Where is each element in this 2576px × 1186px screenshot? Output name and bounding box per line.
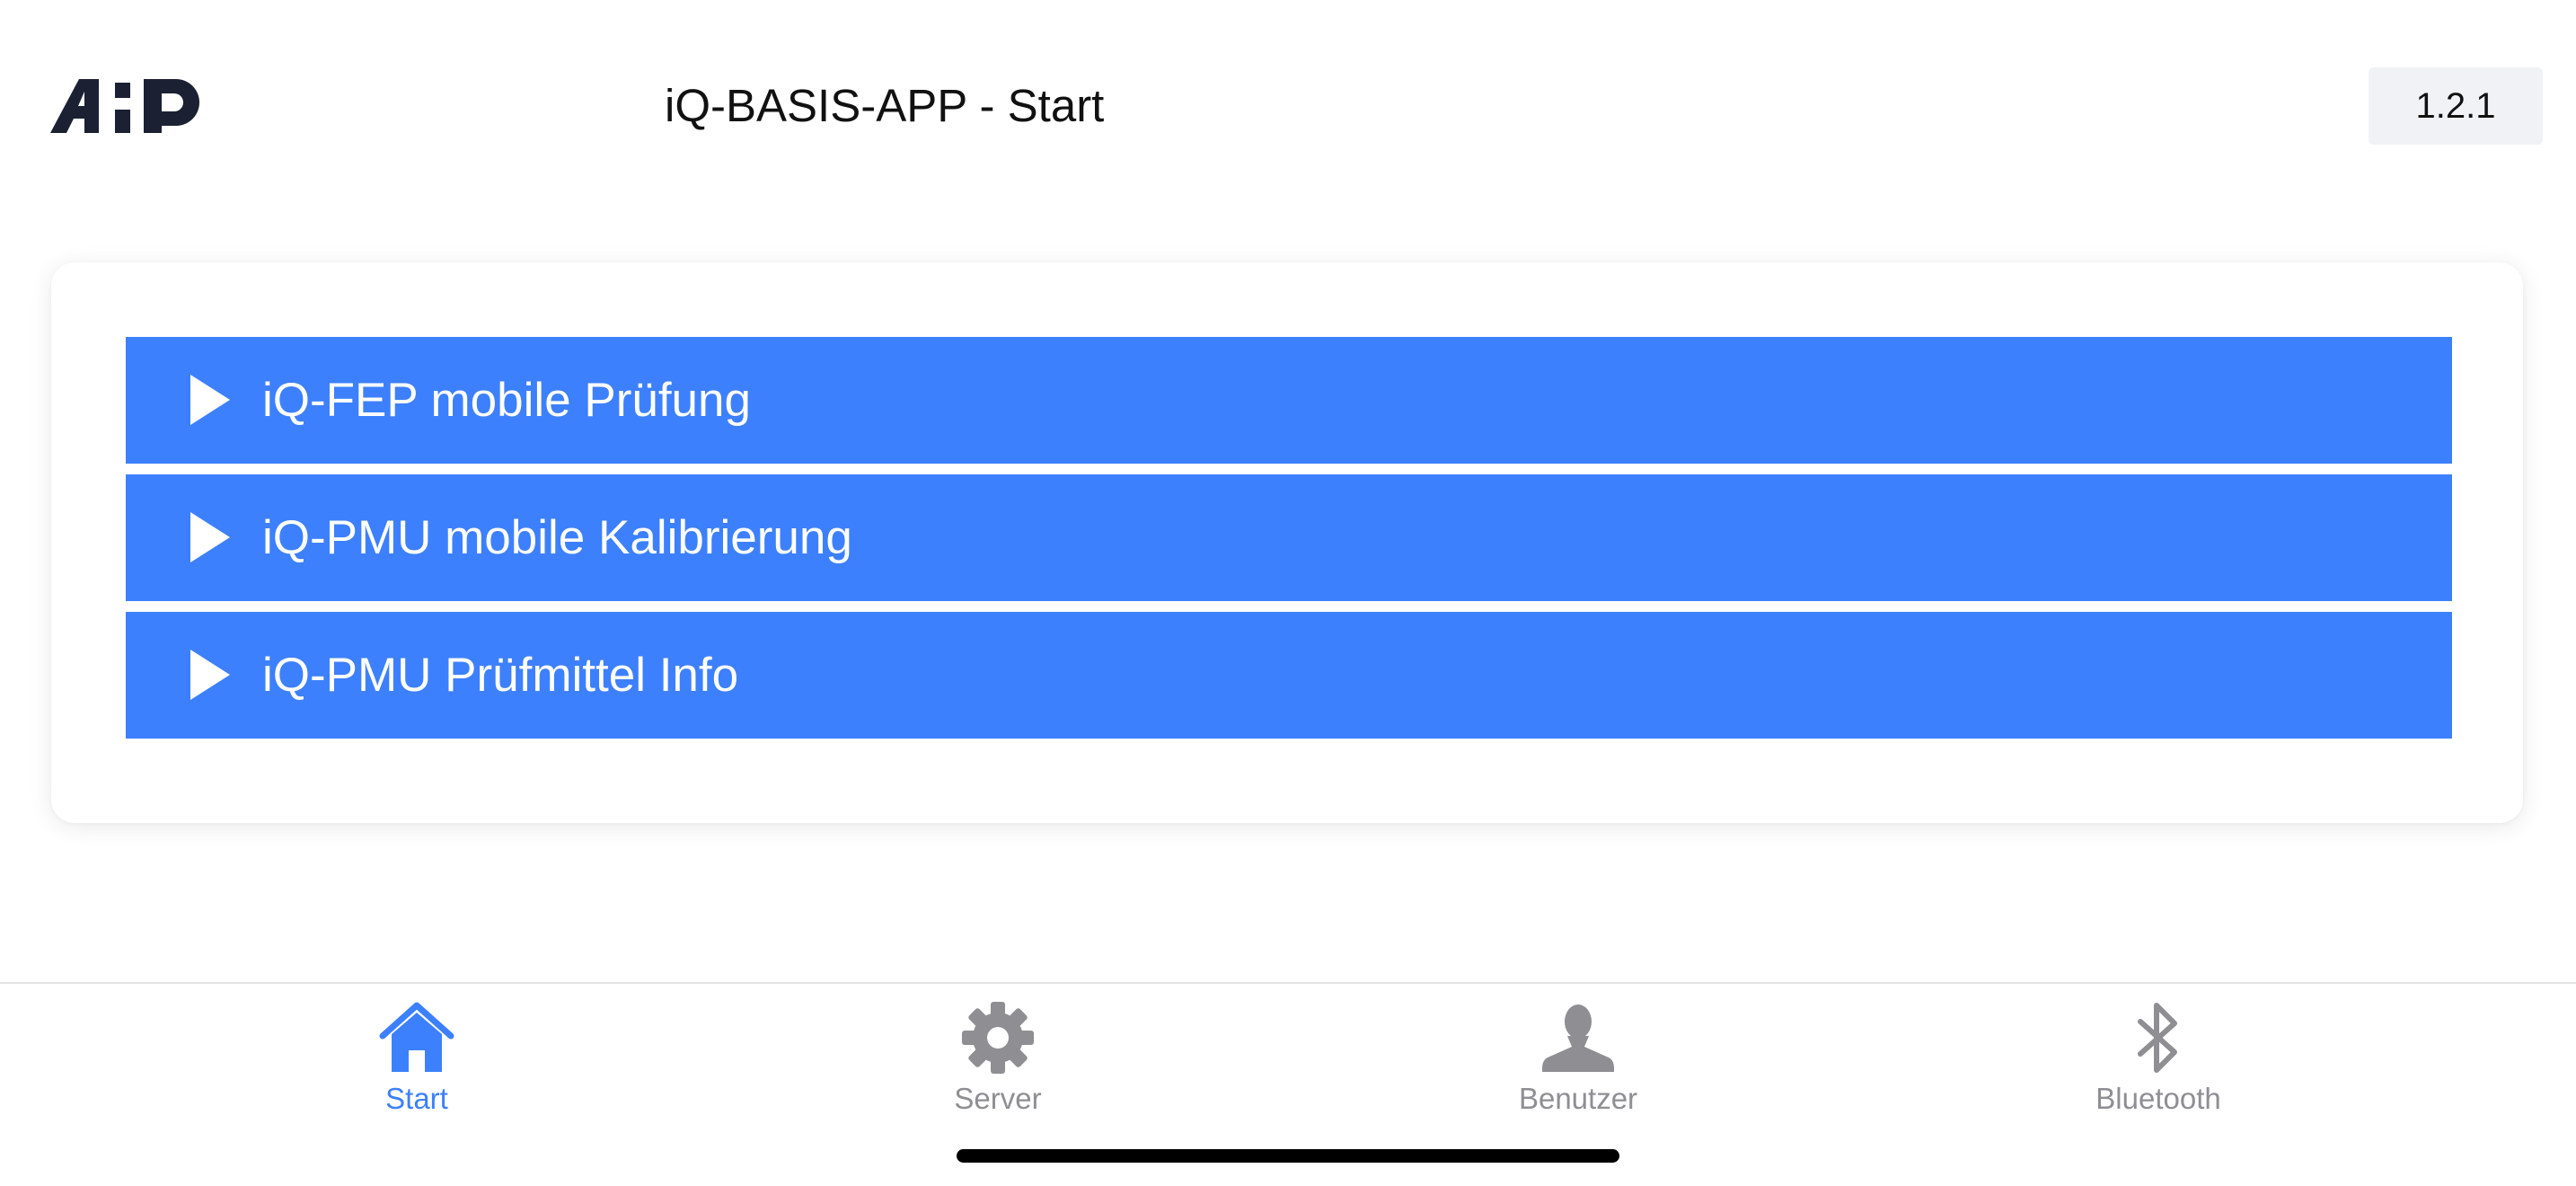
play-icon (190, 512, 230, 562)
tab-label: Start (385, 1082, 448, 1115)
menu-item-pmu-mobile-kalibrierung[interactable]: iQ-PMU mobile Kalibrierung (126, 474, 2452, 601)
tab-start[interactable]: Start (282, 1000, 551, 1135)
bluetooth-icon (2138, 1003, 2177, 1073)
menu-item-label: iQ-PMU mobile Kalibrierung (262, 511, 852, 564)
start-screen: iQ-BASIS-APP - Start 1.2.1 iQ-FEP mobile… (0, 0, 2576, 1186)
tab-label: Bluetooth (2095, 1082, 2221, 1115)
menu-item-label: iQ-FEP mobile Prüfung (262, 374, 751, 427)
user-icon (1542, 1005, 1614, 1072)
menu-item-fep-mobile-pruefung[interactable]: iQ-FEP mobile Prüfung (126, 337, 2452, 464)
tab-server[interactable]: Server (863, 1000, 1133, 1135)
aip-logo (50, 79, 199, 133)
home-icon (379, 1002, 454, 1072)
page-title: iQ-BASIS-APP - Start (665, 80, 1105, 131)
tab-label: Server (954, 1082, 1042, 1115)
menu-item-pmu-pruefmittel-info[interactable]: iQ-PMU Prüfmittel Info (126, 612, 2452, 739)
tab-label: Benutzer (1518, 1082, 1638, 1115)
play-icon (190, 375, 230, 425)
menu-item-label: iQ-PMU Prüfmittel Info (262, 649, 739, 702)
home-indicator[interactable] (957, 1149, 1619, 1163)
play-icon (190, 650, 230, 700)
tab-bluetooth[interactable]: Bluetooth (2024, 1000, 2293, 1135)
gear-icon (962, 1002, 1034, 1074)
menu-card: iQ-FEP mobile Prüfung iQ-PMU mobile Kali… (51, 262, 2523, 823)
tab-benutzer[interactable]: Benutzer (1443, 1000, 1713, 1135)
version-badge: 1.2.1 (2369, 67, 2543, 145)
